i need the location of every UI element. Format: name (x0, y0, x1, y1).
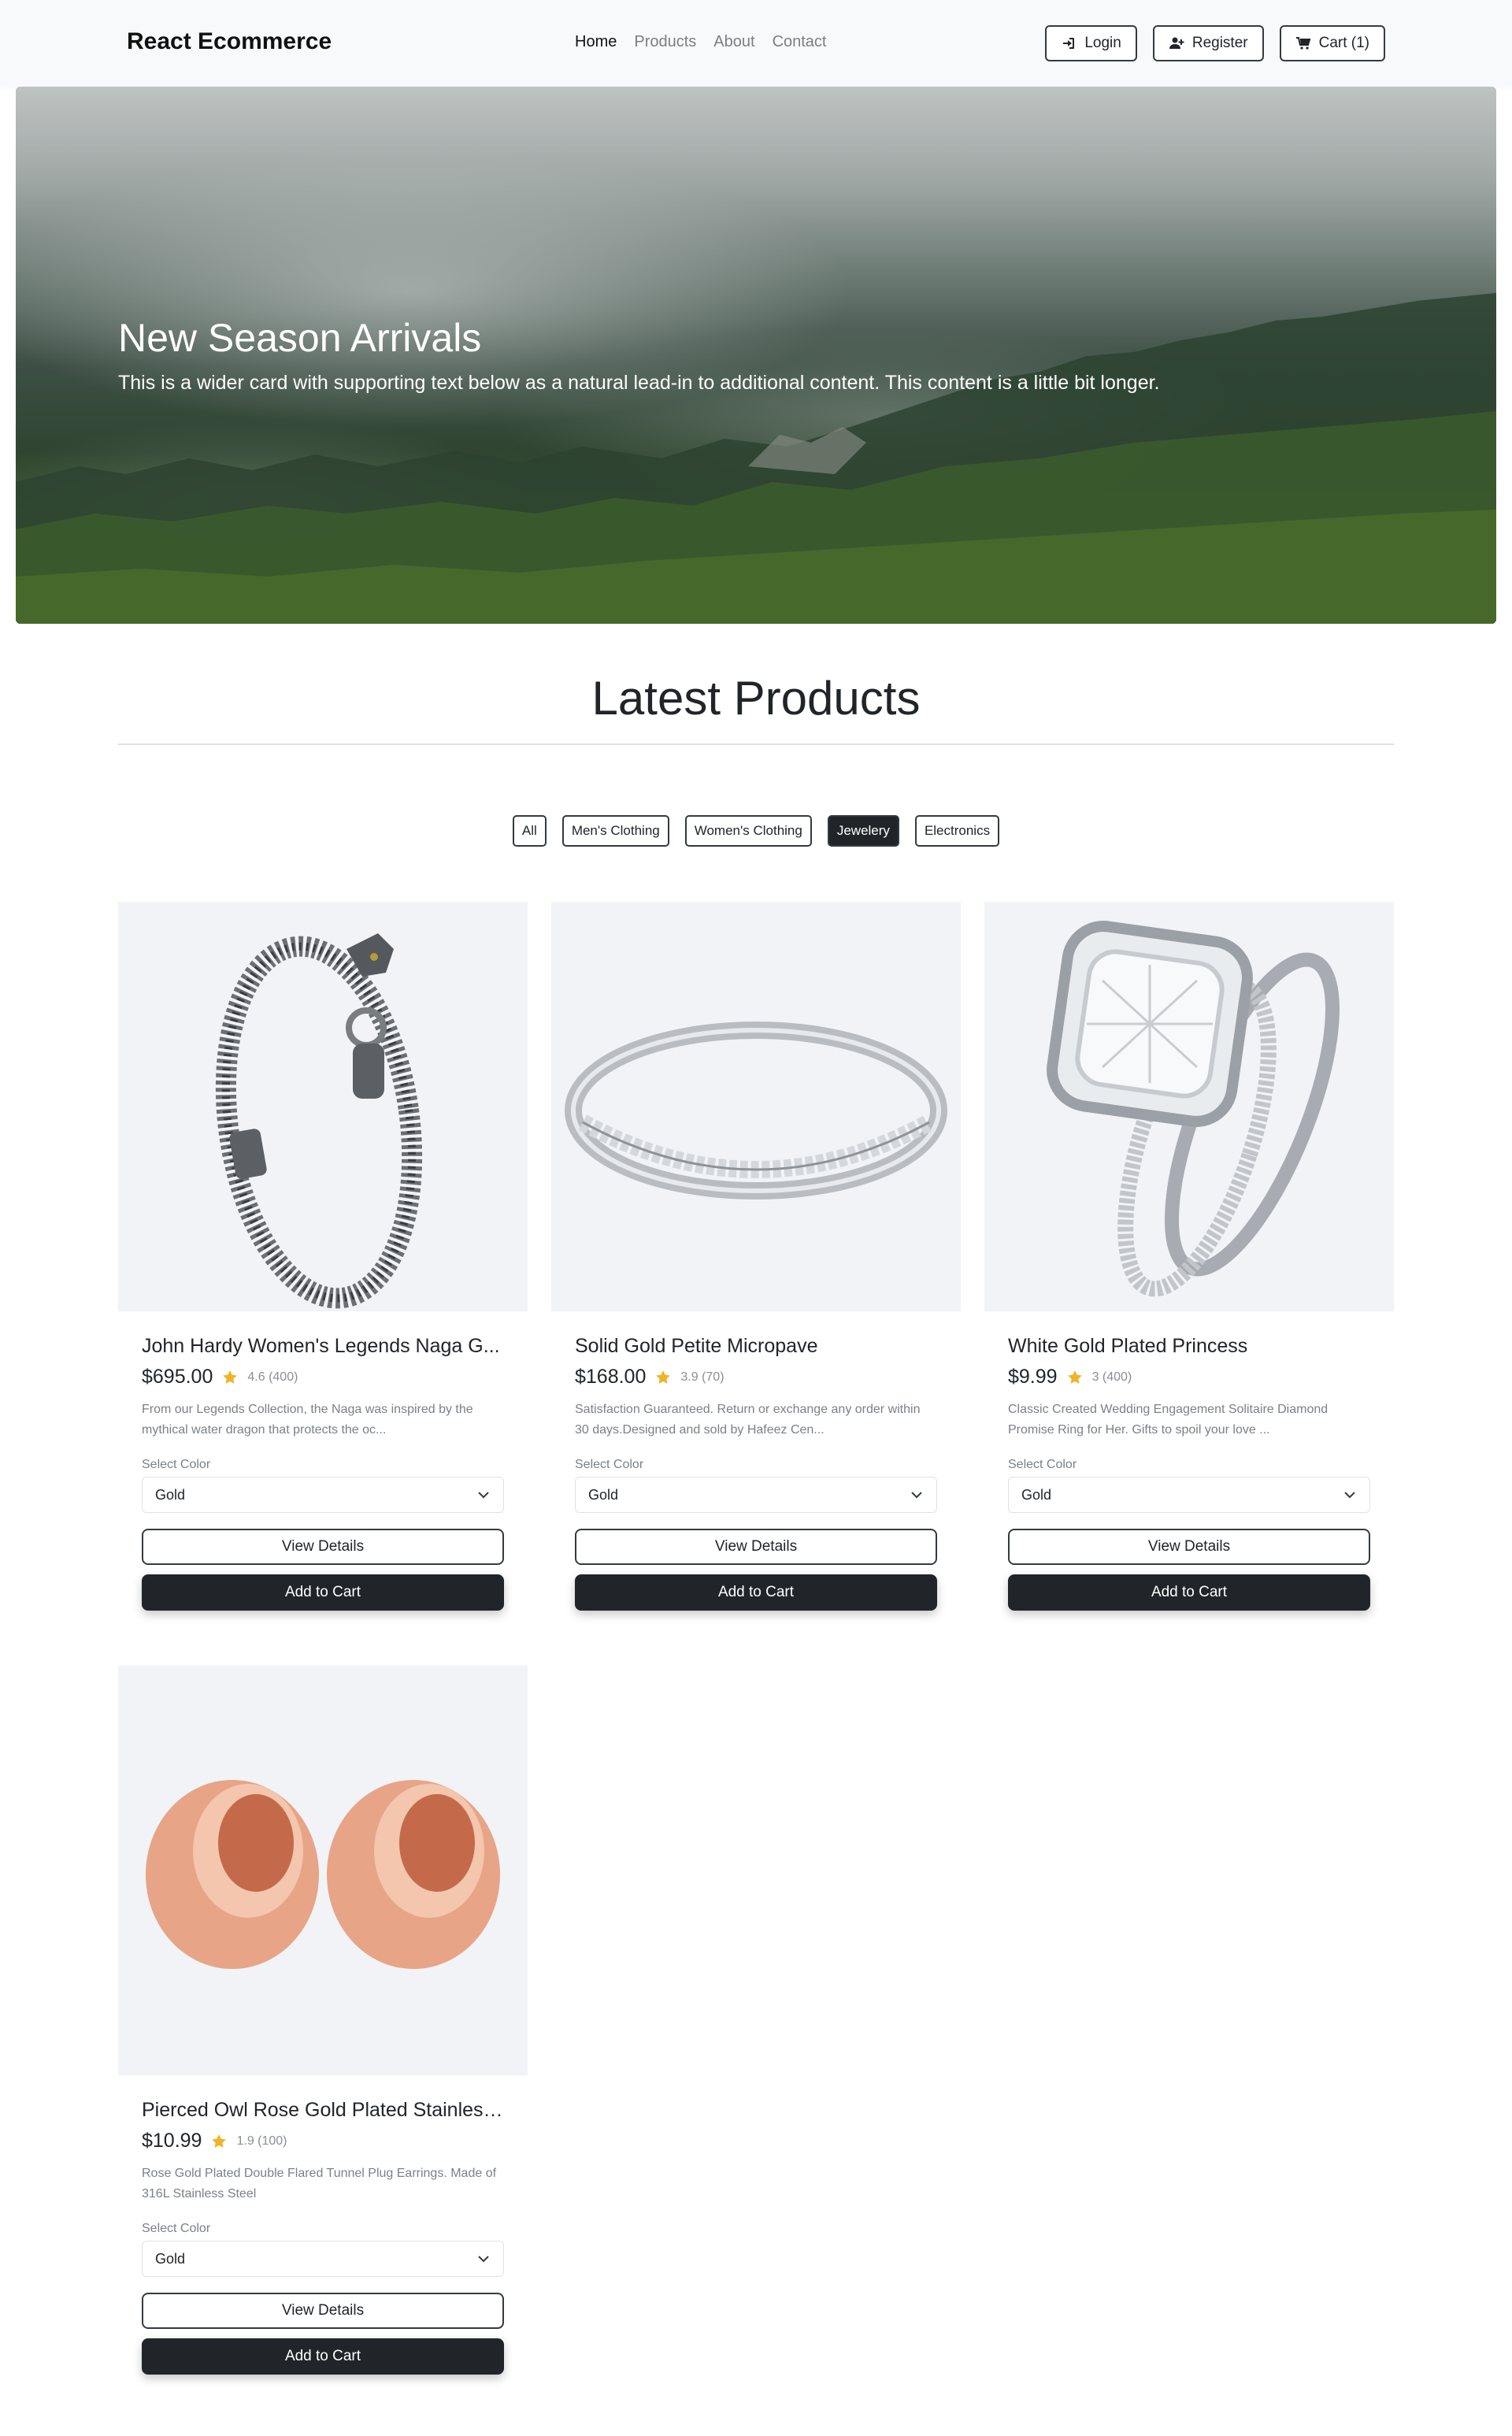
hero-title: New Season Arrivals (118, 316, 482, 360)
product-card-body: John Hardy Women's Legends Naga G... $69… (118, 1335, 528, 1611)
view-details-button[interactable]: View Details (575, 1529, 937, 1565)
cart-icon (1295, 37, 1310, 50)
product-title[interactable]: White Gold Plated Princess (1008, 1335, 1370, 1358)
product-price: $168.00 (575, 1366, 647, 1388)
color-select-value: Gold (588, 1486, 619, 1503)
product-description: From our Legends Collection, the Naga wa… (142, 1403, 473, 1437)
product-rating: 3.9 (70) (680, 1370, 724, 1384)
login-label: Login (1084, 35, 1121, 51)
star-icon (656, 1370, 671, 1384)
product-title[interactable]: John Hardy Women's Legends Naga G... (142, 1335, 504, 1358)
product-card-body: Solid Gold Petite Micropave $168.00 3.9 … (551, 1335, 961, 1611)
product-card-body: Pierced Owl Rose Gold Plated Stainless..… (118, 2099, 528, 2375)
product-image[interactable] (551, 902, 961, 1311)
add-to-cart-button[interactable]: Add to Cart (1008, 1574, 1370, 1611)
product-rating: 1.9 (100) (236, 2134, 287, 2148)
section-title: Latest Products (591, 672, 921, 725)
add-to-cart-button[interactable]: Add to Cart (575, 1574, 937, 1611)
product-rating: 4.6 (400) (247, 1370, 298, 1384)
star-icon (212, 2134, 227, 2148)
section-divider (118, 743, 1394, 745)
bracelet-image (215, 933, 423, 1309)
product-rating: 3 (400) (1091, 1370, 1132, 1384)
chevron-down-icon (1344, 1492, 1355, 1499)
earrings-image (146, 1780, 500, 1969)
sign-in-icon (1063, 38, 1075, 49)
add-to-cart-button[interactable]: Add to Cart (142, 2338, 504, 2375)
view-details-button[interactable]: View Details (1008, 1529, 1370, 1565)
price-row: $10.99 1.9 (100) (142, 2130, 504, 2152)
filter-all[interactable]: All (512, 815, 547, 847)
color-select[interactable]: Gold (142, 2241, 504, 2277)
ring-image (565, 1021, 947, 1199)
hero-banner: New Season Arrivals This is a wider card… (16, 87, 1496, 624)
select-color-label: Select Color (142, 1458, 211, 1471)
cart-label: Cart (1) (1318, 35, 1369, 51)
product-image[interactable] (118, 1666, 528, 2075)
product-title[interactable]: Pierced Owl Rose Gold Plated Stainless..… (142, 2099, 504, 2122)
category-filters: All Men's Clothing Women's Clothing Jewe… (0, 815, 1512, 847)
product-price: $9.99 (1008, 1366, 1058, 1388)
chevron-down-icon (911, 1492, 922, 1499)
chevron-down-icon (478, 1492, 489, 1499)
product-card: John Hardy Women's Legends Naga G... $69… (118, 902, 528, 1611)
select-color-label: Select Color (1008, 1458, 1077, 1471)
product-card: Pierced Owl Rose Gold Plated Stainless..… (118, 1666, 528, 2375)
navbar: React Ecommerce Home Products About Cont… (0, 0, 1512, 87)
diamond-ring-image (1047, 921, 1340, 1297)
product-description: Classic Created Wedding Engagement Solit… (1008, 1403, 1329, 1437)
filter-womens-clothing[interactable]: Women's Clothing (684, 815, 812, 847)
user-plus-icon (1169, 37, 1184, 49)
price-row: $168.00 3.9 (70) (575, 1366, 937, 1389)
product-description: Rose Gold Plated Double Flared Tunnel Pl… (142, 2167, 497, 2201)
login-button[interactable]: Login (1045, 25, 1137, 61)
nav-links: Home Products About Contact (575, 33, 827, 51)
star-icon (223, 1370, 238, 1384)
product-card: White Gold Plated Princess $9.99 3 (400)… (984, 902, 1394, 1611)
nav-link-home[interactable]: Home (575, 33, 617, 51)
product-image[interactable] (984, 902, 1394, 1311)
filter-mens-clothing[interactable]: Men's Clothing (561, 815, 669, 847)
product-price: $10.99 (142, 2130, 202, 2152)
filter-electronics[interactable]: Electronics (914, 815, 1000, 847)
nav-actions: Login Register Cart (1) (1045, 25, 1385, 61)
product-card: Solid Gold Petite Micropave $168.00 3.9 … (551, 902, 961, 1611)
product-description: Satisfaction Guaranteed. Return or excha… (575, 1403, 921, 1437)
register-label: Register (1191, 35, 1248, 51)
star-icon (1067, 1370, 1082, 1384)
nav-link-about[interactable]: About (713, 33, 754, 51)
view-details-button[interactable]: View Details (142, 1529, 504, 1565)
product-image[interactable] (118, 902, 528, 1311)
product-card-body: White Gold Plated Princess $9.99 3 (400)… (984, 1335, 1394, 1611)
select-color-label: Select Color (142, 2222, 211, 2235)
add-to-cart-button[interactable]: Add to Cart (142, 1574, 504, 1611)
view-details-button[interactable]: View Details (142, 2293, 504, 2329)
chevron-down-icon (478, 2256, 489, 2263)
brand-logo[interactable]: React Ecommerce (127, 28, 332, 55)
color-select-value: Gold (155, 2250, 186, 2267)
nav-link-contact[interactable]: Contact (773, 33, 827, 51)
hero-text: This is a wider card with supporting tex… (118, 372, 1160, 394)
color-select[interactable]: Gold (575, 1477, 937, 1513)
nav-link-products[interactable]: Products (634, 33, 696, 51)
product-price: $695.00 (142, 1366, 213, 1388)
price-row: $695.00 4.6 (400) (142, 1366, 504, 1389)
select-color-label: Select Color (575, 1458, 644, 1471)
color-select[interactable]: Gold (142, 1477, 504, 1513)
cart-button[interactable]: Cart (1) (1279, 25, 1385, 61)
register-button[interactable]: Register (1152, 25, 1264, 61)
product-title[interactable]: Solid Gold Petite Micropave (575, 1335, 937, 1358)
filter-jewelery[interactable]: Jewelery (827, 815, 899, 847)
color-select[interactable]: Gold (1008, 1477, 1370, 1513)
color-select-value: Gold (1021, 1486, 1052, 1503)
price-row: $9.99 3 (400) (1008, 1366, 1370, 1389)
color-select-value: Gold (155, 1486, 186, 1503)
